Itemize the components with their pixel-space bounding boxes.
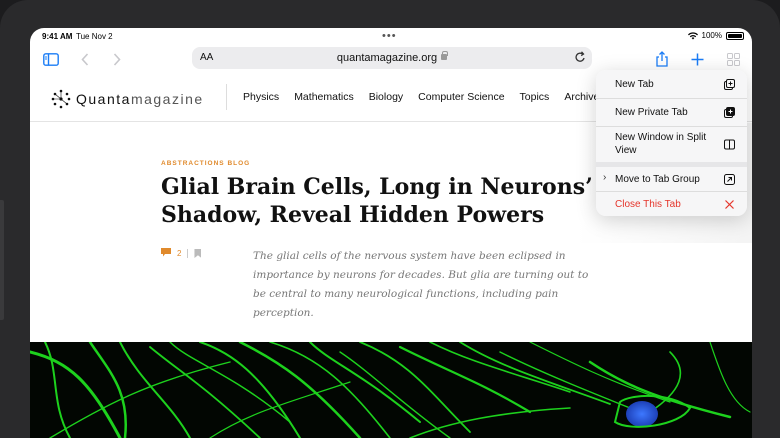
nav-mathematics[interactable]: Mathematics bbox=[294, 91, 354, 103]
menu-item-label: New Window in Split View bbox=[615, 132, 707, 156]
logo-light: magazine bbox=[130, 91, 204, 107]
wifi-icon bbox=[687, 31, 698, 39]
menu-item-label: New Private Tab bbox=[615, 107, 688, 118]
split-view-icon bbox=[724, 139, 735, 150]
chevron-right-icon: › bbox=[603, 172, 607, 183]
menu-item-label: Close This Tab bbox=[615, 199, 681, 210]
menu-item-label: Move to Tab Group bbox=[615, 174, 700, 185]
article-meta: 2 bbox=[161, 248, 202, 259]
tabs-icon[interactable] bbox=[722, 48, 744, 70]
menu-item-new-private-tab[interactable]: New Private Tab bbox=[596, 99, 747, 126]
comment-icon[interactable] bbox=[161, 248, 171, 259]
status-time: 9:41 AM bbox=[42, 32, 73, 41]
nav-divider bbox=[226, 84, 227, 110]
lock-icon bbox=[441, 51, 449, 60]
new-tab-icon[interactable] bbox=[686, 48, 708, 70]
new-tab-plus-icon bbox=[724, 79, 735, 90]
menu-item-new-tab[interactable]: New Tab bbox=[596, 70, 747, 98]
share-icon[interactable] bbox=[651, 48, 673, 70]
meta-divider bbox=[187, 249, 189, 258]
multitasking-dots-icon[interactable]: ••• bbox=[382, 30, 397, 42]
menu-item-label: New Tab bbox=[615, 79, 654, 90]
nav-topics[interactable]: Topics bbox=[520, 91, 550, 103]
tab-context-menu: New Tab New Private Tab New Window in Sp… bbox=[596, 70, 747, 216]
battery-level bbox=[728, 33, 742, 38]
nav-physics[interactable]: Physics bbox=[243, 91, 279, 103]
browser-screen: 9:41 AM Tue Nov 2 ••• 100% AA quantamaga… bbox=[30, 28, 752, 438]
glial-cells-micrograph bbox=[30, 342, 751, 438]
status-indicators: 100% bbox=[687, 31, 744, 40]
menu-item-close-tab[interactable]: Close This Tab bbox=[596, 192, 747, 216]
cell-nucleus bbox=[626, 401, 658, 427]
logo-wordmark: Quantamagazine bbox=[76, 91, 204, 107]
url-display: quantamagazine.org bbox=[192, 51, 592, 64]
forward-icon[interactable] bbox=[106, 48, 128, 70]
nav-computer-science[interactable]: Computer Science bbox=[418, 91, 504, 103]
nav-biology[interactable]: Biology bbox=[369, 91, 403, 103]
article-kicker[interactable]: ABSTRACTIONS BLOG bbox=[161, 160, 250, 167]
status-date: Tue Nov 2 bbox=[76, 32, 113, 41]
battery-icon bbox=[726, 31, 744, 40]
comment-count[interactable]: 2 bbox=[177, 249, 181, 258]
private-tab-icon bbox=[724, 107, 735, 118]
back-icon[interactable] bbox=[74, 48, 96, 70]
close-icon bbox=[725, 200, 734, 209]
quanta-logo-icon bbox=[51, 89, 71, 109]
logo-bold: Quanta bbox=[76, 91, 131, 107]
reload-icon[interactable] bbox=[575, 51, 586, 66]
article-headline: Glial Brain Cells, Long in Neurons’ Shad… bbox=[161, 174, 593, 228]
site-logo[interactable]: Quantamagazine bbox=[50, 88, 204, 110]
article-dek: The glial cells of the nervous system ha… bbox=[253, 250, 589, 319]
move-arrow-icon bbox=[724, 174, 735, 185]
menu-item-move-to-tab-group[interactable]: › Move to Tab Group bbox=[596, 167, 747, 191]
bookmark-icon[interactable] bbox=[194, 249, 202, 258]
url-text: quantamagazine.org bbox=[336, 52, 438, 64]
nav-archive[interactable]: Archive bbox=[564, 91, 599, 103]
menu-item-new-window-split-view[interactable]: New Window in Split View bbox=[596, 127, 747, 162]
address-bar[interactable]: AA quantamagazine.org bbox=[192, 47, 592, 69]
battery-percent: 100% bbox=[701, 31, 722, 40]
hero-image bbox=[30, 342, 752, 438]
site-nav: Physics Mathematics Biology Computer Sci… bbox=[243, 91, 599, 103]
sidebar-icon[interactable] bbox=[40, 48, 62, 70]
device-side-button bbox=[0, 200, 4, 320]
